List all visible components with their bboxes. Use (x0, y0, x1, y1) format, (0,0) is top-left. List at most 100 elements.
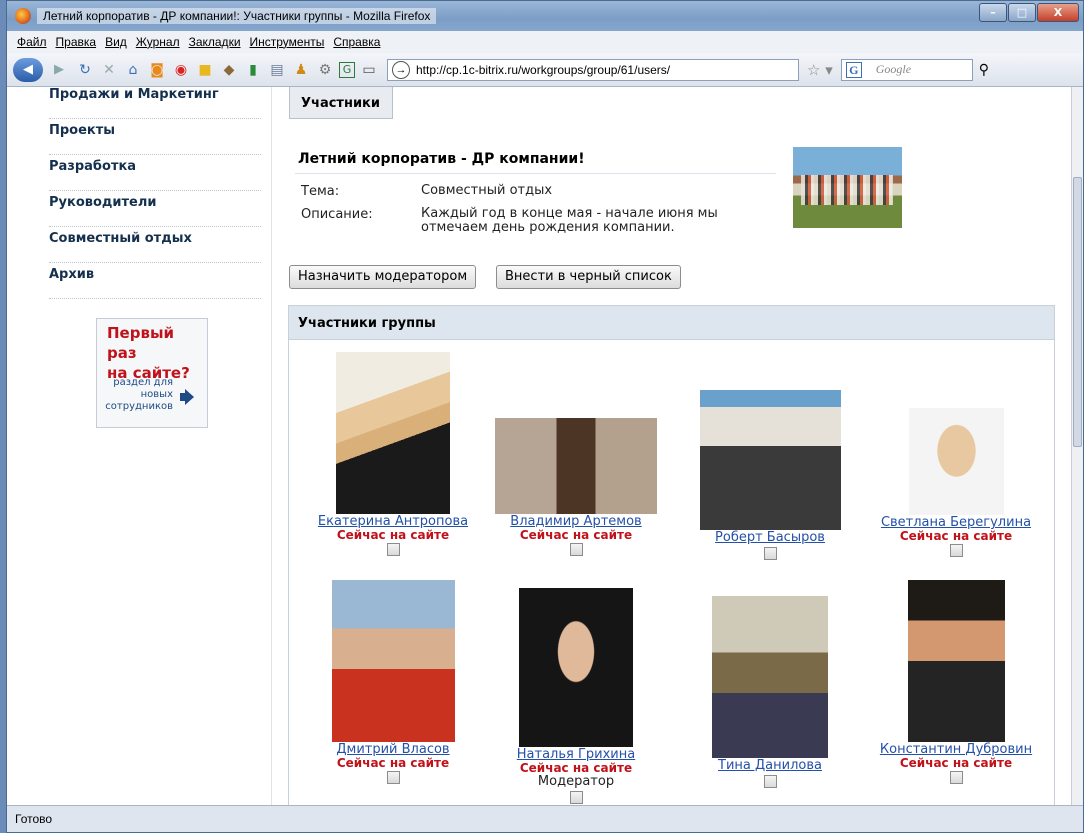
member-checkbox[interactable] (569, 791, 583, 804)
member-name-link[interactable]: Екатерина Антропова (293, 514, 493, 529)
member-photo[interactable] (336, 352, 450, 514)
sidebar-item-development[interactable]: Разработка (49, 155, 261, 191)
member-card: Наталья Грихина Сейчас на сайте Модерато… (476, 588, 676, 804)
rss-icon[interactable]: ◙ (147, 60, 167, 80)
g-icon[interactable]: G (339, 61, 355, 78)
member-card: Константин Дубровин Сейчас на сайте (856, 580, 1056, 784)
member-card: Светлана Берегулина Сейчас на сайте (856, 408, 1056, 557)
member-name-link[interactable]: Наталья Грихина (476, 747, 676, 762)
back-button[interactable]: ◀ (13, 57, 43, 82)
menu-help[interactable]: Справка (333, 35, 380, 49)
member-checkbox[interactable] (386, 543, 400, 556)
members-panel: Участники группы Екатерина Антропова Сей… (288, 305, 1055, 805)
member-name-link[interactable]: Дмитрий Власов (293, 742, 493, 757)
menu-edit[interactable]: Правка (56, 35, 97, 49)
topic-label: Тема: (301, 184, 340, 199)
online-status: Сейчас на сайте (519, 528, 633, 542)
bookmark-icon[interactable]: ◆ (219, 60, 239, 80)
menu-view[interactable]: Вид (105, 35, 127, 49)
gear-icon[interactable]: ⚙ (315, 60, 335, 80)
minimize-button[interactable]: – (979, 3, 1007, 22)
member-photo[interactable] (519, 588, 633, 747)
group-title: Летний корпоратив - ДР компании! (298, 151, 585, 167)
search-icon[interactable]: ⚲ (979, 62, 989, 78)
menu-bookmarks[interactable]: Закладки (189, 35, 241, 49)
search-placeholder: Google (875, 62, 912, 76)
stop-icon[interactable]: ✕ (99, 60, 119, 80)
sidebar-item-projects[interactable]: Проекты (49, 119, 261, 155)
member-checkbox[interactable] (763, 547, 777, 560)
search-box[interactable]: G Google (840, 58, 973, 81)
folder-icon[interactable]: ■ (195, 60, 215, 80)
online-status: Сейчас на сайте (899, 756, 1013, 770)
page-icon[interactable]: ▤ (267, 60, 287, 80)
member-checkbox[interactable] (569, 543, 583, 556)
online-status: Сейчас на сайте (519, 761, 633, 775)
sidebar-item-managers[interactable]: Руководители (49, 191, 261, 227)
menu-bar: Файл Правка Вид Журнал Закладки Инструме… (7, 31, 1083, 53)
member-card: Владимир Артемов Сейчас на сайте (476, 418, 676, 556)
member-card: Дмитрий Власов Сейчас на сайте (293, 580, 493, 784)
online-status: Сейчас на сайте (336, 528, 450, 542)
status-bar: Готово (7, 805, 1083, 832)
member-photo[interactable] (331, 580, 455, 742)
member-checkbox[interactable] (386, 771, 400, 784)
member-name-link[interactable]: Константин Дубровин (856, 742, 1056, 757)
make-moderator-button[interactable]: Назначить модератором (289, 265, 477, 289)
moderator-label: Модератор (537, 774, 615, 789)
sidebar-item-leisure[interactable]: Совместный отдых (49, 227, 261, 263)
screen-icon[interactable]: ▭ (359, 60, 379, 80)
maximize-button[interactable]: □ (1008, 3, 1036, 22)
browser-window: Летний корпоратив - ДР компании!: Участн… (6, 0, 1084, 833)
chart-icon[interactable]: ▮ (243, 60, 263, 80)
member-checkbox[interactable] (949, 771, 963, 784)
member-photo[interactable] (699, 390, 841, 530)
member-name-link[interactable]: Тина Данилова (670, 758, 870, 773)
users-icon[interactable]: ♟ (291, 60, 311, 80)
scrollbar-thumb[interactable] (1073, 177, 1082, 447)
arrow-right-icon (180, 389, 194, 405)
description-label: Описание: (301, 207, 373, 222)
page-content: Продажи и Маркетинг Проекты Разработка Р… (7, 87, 1073, 805)
member-photo[interactable] (908, 408, 1004, 515)
go-icon[interactable]: → (392, 60, 410, 79)
url-text: http://cp.1c-bitrix.ru/workgroups/group/… (416, 62, 671, 77)
opera-icon[interactable]: ◉ (171, 60, 191, 80)
home-icon[interactable]: ⌂ (123, 60, 143, 80)
member-card: Екатерина Антропова Сейчас на сайте (293, 352, 493, 556)
menu-tools[interactable]: Инструменты (250, 35, 325, 49)
title-bar: Летний корпоратив - ДР компании!: Участн… (7, 1, 1083, 31)
sidebar-item-sales[interactable]: Продажи и Маркетинг (49, 87, 261, 119)
member-photo[interactable] (495, 418, 657, 514)
member-card: Роберт Басыров (670, 390, 870, 560)
group-photo (793, 147, 902, 228)
firefox-logo-icon (15, 8, 31, 24)
member-name-link[interactable]: Роберт Басыров (670, 530, 870, 545)
blacklist-button[interactable]: Внести в черный список (496, 265, 681, 289)
member-photo[interactable] (907, 580, 1005, 742)
promo-subtitle: раздел для новых сотрудников (105, 377, 173, 412)
sidebar-item-archive[interactable]: Архив (49, 263, 261, 299)
vertical-scrollbar[interactable] (1071, 87, 1083, 805)
close-button[interactable]: X (1037, 3, 1079, 22)
google-icon[interactable]: G (845, 61, 862, 78)
new-employee-banner[interactable]: Первый раз на сайте? раздел для новых со… (96, 318, 208, 428)
online-status: Сейчас на сайте (899, 529, 1013, 543)
bookmark-star-icon[interactable]: ☆ ▾ (807, 61, 833, 79)
topic-value: Совместный отдых (421, 183, 553, 198)
member-name-link[interactable]: Владимир Артемов (476, 514, 676, 529)
description-value: Каждый год в конце мая - начале июня мы … (421, 206, 718, 235)
member-card: Тина Данилова (670, 596, 870, 788)
divider (295, 173, 776, 174)
member-photo[interactable] (712, 596, 828, 758)
menu-file[interactable]: Файл (17, 35, 47, 49)
reload-icon[interactable]: ↻ (75, 60, 95, 80)
menu-history[interactable]: Журнал (136, 35, 180, 49)
member-name-link[interactable]: Светлана Берегулина (856, 515, 1056, 530)
member-checkbox[interactable] (763, 775, 777, 788)
address-bar[interactable]: → http://cp.1c-bitrix.ru/workgroups/grou… (387, 58, 799, 81)
tab-members[interactable]: Участники (289, 87, 393, 119)
forward-button[interactable]: ▶ (47, 60, 71, 80)
member-checkbox[interactable] (949, 544, 963, 557)
members-header: Участники группы (289, 306, 1054, 340)
